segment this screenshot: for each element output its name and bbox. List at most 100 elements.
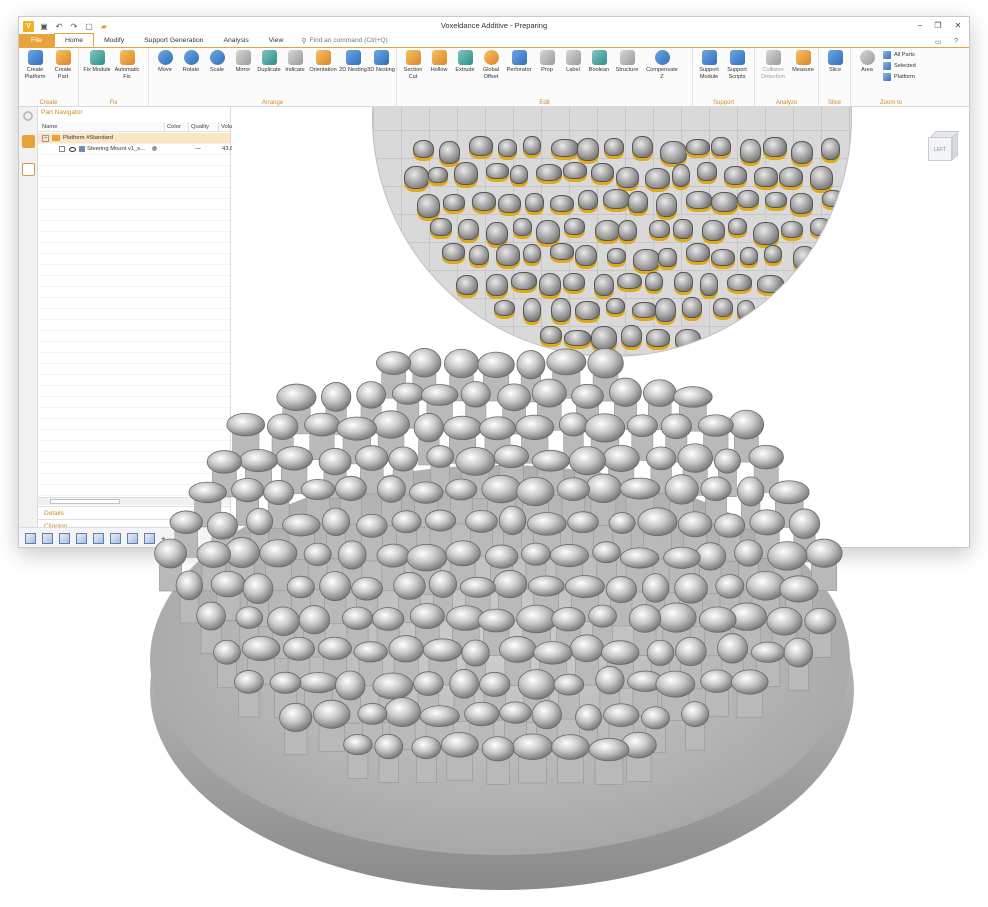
crown-model[interactable] — [591, 162, 615, 182]
redo-icon[interactable]: ↷ — [69, 21, 79, 31]
nesting-3d-button[interactable]: 3D Nesting — [367, 50, 395, 74]
crown-model[interactable] — [563, 329, 592, 346]
fix-module-button[interactable]: Fix Module — [83, 50, 111, 74]
prop-button[interactable]: Prop — [533, 50, 561, 74]
crown-model[interactable] — [468, 244, 490, 266]
crown-model[interactable] — [412, 139, 435, 159]
zoom-all-parts-button[interactable]: All Parts — [883, 51, 915, 59]
crown-model[interactable] — [430, 217, 452, 236]
global-offset-button[interactable]: Global Offset — [477, 50, 505, 80]
maximize-button[interactable]: ❐ — [931, 19, 945, 32]
crown-model[interactable] — [727, 218, 747, 236]
crown-model[interactable] — [574, 244, 597, 267]
view-back-icon[interactable] — [59, 533, 70, 544]
crown-model[interactable] — [736, 299, 755, 321]
crown-model[interactable] — [486, 221, 509, 246]
extrude-button[interactable]: Extrude — [451, 50, 479, 74]
crown-model[interactable] — [522, 243, 541, 264]
save-icon[interactable]: ▣ — [39, 21, 49, 31]
scale-button[interactable]: Scale — [203, 50, 231, 74]
view-left-icon[interactable] — [76, 533, 87, 544]
crown-model[interactable] — [512, 218, 532, 237]
hollow-button[interactable]: Hollow — [425, 50, 453, 74]
crown-model[interactable] — [820, 137, 840, 161]
command-search[interactable]: ⚲ Find an command (Ctrl+Q) — [301, 34, 387, 47]
crown-model[interactable] — [701, 220, 726, 241]
crown-model[interactable] — [486, 162, 509, 180]
part-color-swatch[interactable] — [152, 146, 157, 151]
duplicate-button[interactable]: Duplicate — [255, 50, 283, 74]
mirror-button[interactable]: Mirror — [229, 50, 257, 74]
tab-view[interactable]: View — [259, 34, 294, 47]
nesting-2d-button[interactable]: 2D Nesting — [339, 50, 367, 74]
column-color[interactable]: Color — [167, 124, 181, 130]
crown-model[interactable] — [632, 302, 657, 319]
crown-model[interactable] — [562, 272, 585, 291]
crown-model[interactable] — [763, 137, 787, 157]
crown-model[interactable] — [660, 140, 688, 164]
section-cut-button[interactable]: Section Cut — [399, 50, 427, 80]
settings-gear-icon[interactable] — [23, 111, 33, 121]
parts-panel-icon[interactable] — [22, 135, 35, 148]
view-top-icon[interactable] — [110, 533, 121, 544]
orientation-button[interactable]: Orientation — [309, 50, 337, 74]
3d-viewport[interactable]: LEFT — [232, 107, 969, 539]
crown-model[interactable] — [562, 162, 588, 179]
tab-analysis[interactable]: Analysis — [213, 34, 258, 47]
crown-model[interactable] — [497, 193, 521, 214]
crown-model[interactable] — [458, 218, 479, 240]
crown-model[interactable] — [628, 191, 649, 213]
crown-model[interactable] — [576, 137, 599, 161]
crown-model[interactable] — [671, 164, 691, 188]
crown-model[interactable] — [686, 138, 710, 156]
crown-model[interactable] — [439, 140, 460, 164]
crown-model[interactable] — [810, 218, 831, 236]
crown-model[interactable] — [790, 140, 814, 164]
measure-button[interactable]: Measure — [789, 50, 817, 74]
crown-model[interactable] — [645, 167, 671, 189]
crown-model[interactable] — [454, 162, 478, 185]
view-bottom-icon[interactable] — [127, 533, 138, 544]
crown-model[interactable] — [648, 219, 671, 239]
crown-model[interactable] — [486, 274, 508, 296]
crown-model[interactable] — [603, 137, 625, 156]
build-plate[interactable] — [372, 107, 852, 357]
crown-model[interactable] — [765, 192, 787, 209]
crown-model[interactable] — [780, 221, 804, 238]
crown-model[interactable] — [594, 219, 621, 242]
crown-model[interactable] — [522, 135, 542, 155]
create-part-button[interactable]: Create Part — [49, 50, 77, 80]
column-quality[interactable]: Quality — [191, 124, 209, 130]
zoom-area-button[interactable]: Area — [853, 50, 881, 74]
crown-model[interactable] — [697, 162, 718, 181]
crown-model[interactable] — [442, 243, 465, 261]
crown-model[interactable] — [726, 274, 753, 291]
crown-model[interactable] — [740, 139, 761, 164]
new-file-icon[interactable]: ▢ — [84, 21, 94, 31]
crown-model[interactable] — [428, 166, 449, 184]
crown-model[interactable] — [658, 248, 677, 267]
crown-model[interactable] — [593, 274, 614, 296]
crown-model[interactable] — [523, 298, 542, 323]
automatic-fix-button[interactable]: Automatic Fix — [113, 50, 141, 80]
crown-model[interactable] — [633, 248, 660, 271]
view-front-icon[interactable] — [42, 533, 53, 544]
crown-model[interactable] — [442, 193, 466, 211]
crown-model[interactable] — [673, 219, 693, 239]
crown-model[interactable] — [753, 221, 779, 245]
open-folder-icon[interactable]: ▰ — [99, 21, 109, 31]
crown-model[interactable] — [551, 138, 579, 158]
crown-model[interactable] — [656, 193, 678, 217]
clipping-panel-header[interactable]: Clipping — [38, 519, 230, 530]
crown-model[interactable] — [763, 244, 783, 263]
crown-model[interactable] — [778, 167, 804, 188]
scrollbar-thumb[interactable] — [50, 499, 120, 504]
create-platform-button[interactable]: Create Platform — [21, 50, 49, 80]
view-cube-front-face[interactable]: LEFT — [928, 137, 952, 161]
crown-model[interactable] — [710, 137, 732, 157]
undo-icon[interactable]: ↶ — [54, 21, 64, 31]
crown-model[interactable] — [756, 274, 785, 293]
crown-model[interactable] — [404, 166, 429, 190]
view-iso-icon[interactable] — [25, 533, 36, 544]
crown-model[interactable] — [536, 163, 563, 181]
